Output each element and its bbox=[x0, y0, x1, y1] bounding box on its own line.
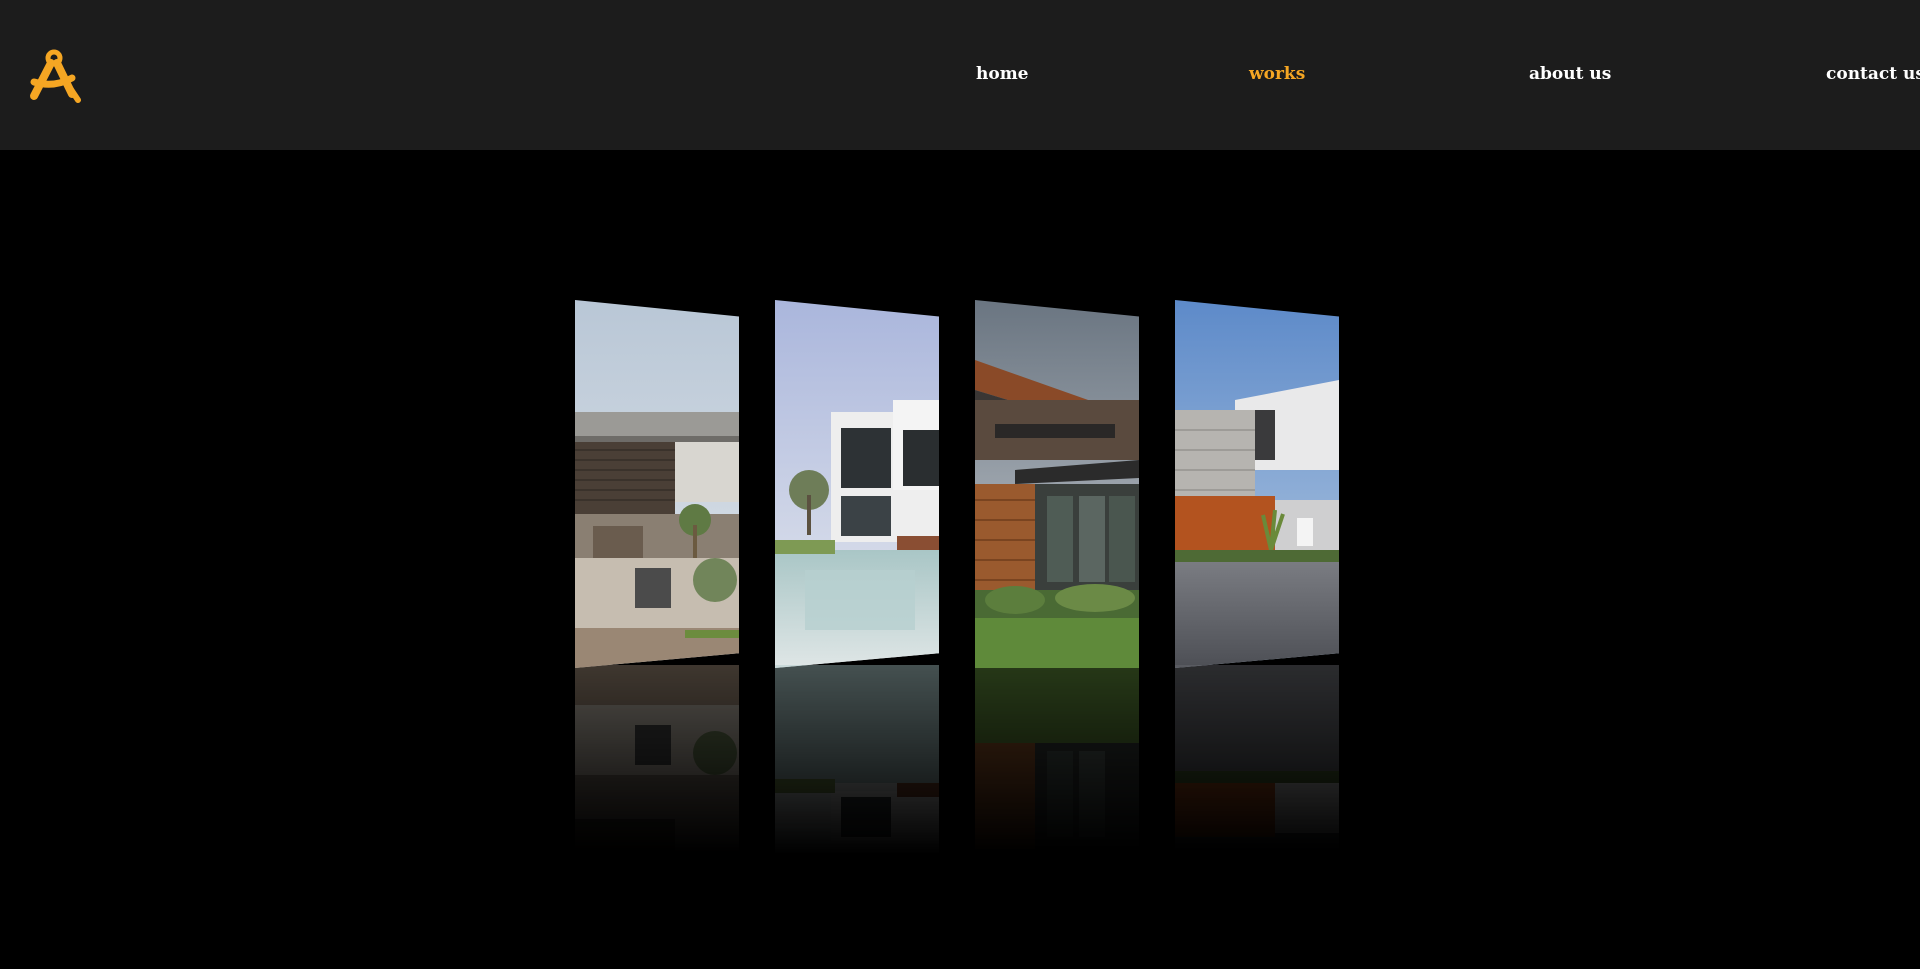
gallery-card-1-reflection bbox=[575, 665, 739, 855]
modern-house-pool-photo-2 bbox=[775, 300, 939, 668]
gallery-card-2-reflection bbox=[775, 665, 939, 855]
gallery-card-3-reflection bbox=[975, 665, 1139, 855]
gallery-card-4-reflection bbox=[1175, 665, 1339, 855]
nav-works-link[interactable]: works bbox=[1249, 64, 1305, 84]
nav-home-link[interactable]: home bbox=[976, 64, 1029, 84]
modern-house-wood-photo-3 bbox=[975, 300, 1139, 668]
nav-contact-us-link[interactable]: contact us bbox=[1826, 64, 1920, 84]
modern-house-dusk-photo-4 bbox=[1175, 300, 1339, 668]
gallery-card-1[interactable] bbox=[575, 300, 739, 668]
gallery-card-2[interactable] bbox=[775, 300, 939, 668]
modern-house-photo-1 bbox=[575, 300, 739, 668]
works-gallery bbox=[0, 150, 1920, 969]
nav-about-us-link[interactable]: about us bbox=[1529, 64, 1611, 84]
site-header: home works about us contact us bbox=[0, 0, 1920, 150]
gallery-card-4[interactable] bbox=[1175, 300, 1339, 668]
drafting-compass-icon[interactable] bbox=[28, 48, 84, 104]
gallery-card-3[interactable] bbox=[975, 300, 1139, 668]
